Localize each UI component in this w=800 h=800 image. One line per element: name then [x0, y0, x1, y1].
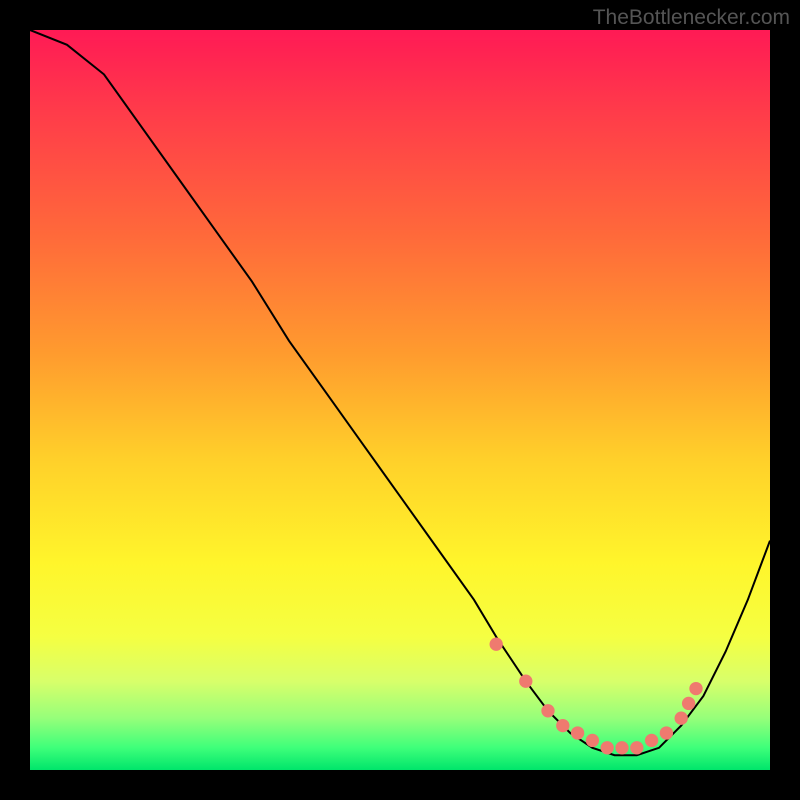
highlight-dot [556, 719, 569, 732]
highlight-dot [689, 682, 702, 695]
highlight-dot [645, 734, 658, 747]
highlight-dot [675, 712, 688, 725]
chart-highlight-dots [30, 30, 770, 770]
highlight-dot [630, 741, 643, 754]
highlight-dot [519, 675, 532, 688]
highlight-dot [541, 704, 554, 717]
highlight-dot [615, 741, 628, 754]
highlight-dot [682, 697, 695, 710]
highlight-dot [601, 741, 614, 754]
highlight-dot [660, 726, 673, 739]
highlight-dot [571, 726, 584, 739]
highlight-dot [586, 734, 599, 747]
chart-plot-area [30, 30, 770, 770]
highlight-dot [490, 638, 503, 651]
watermark-text: TheBottlenecker.com [593, 6, 790, 30]
